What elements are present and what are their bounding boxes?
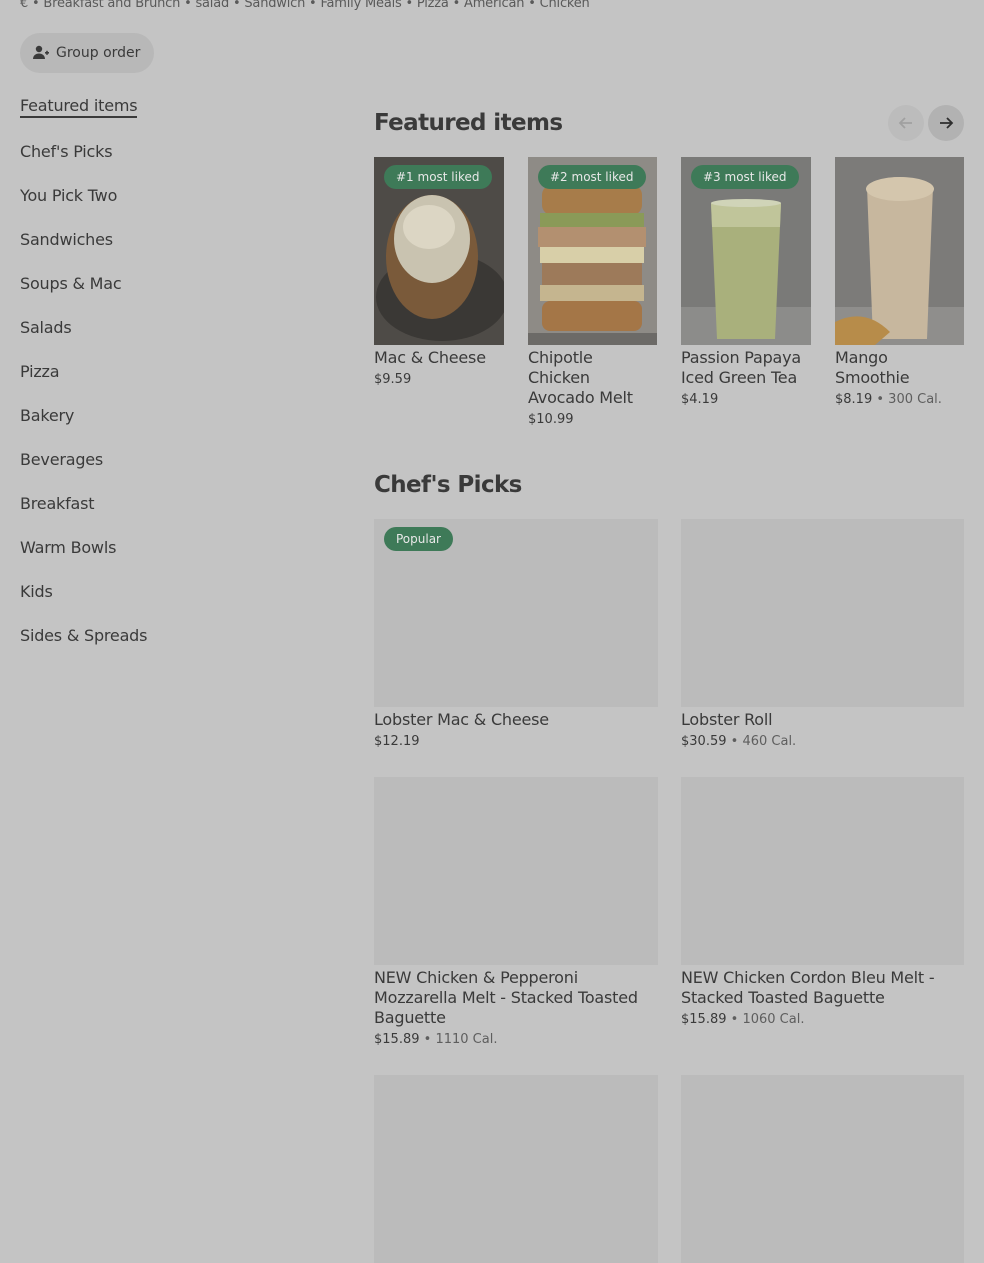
- item-name: Lobster Mac & Cheese: [374, 710, 549, 729]
- popular-badge: Popular: [384, 527, 453, 551]
- arrow-left-icon: [898, 117, 912, 129]
- item-image: #2 most liked: [528, 157, 657, 345]
- chefs-pick-card[interactable]: NEW Chicken & Pepperoni Mozzarella Melt …: [374, 777, 658, 1047]
- item-name: Chipotle Chicken Avocado Melt: [528, 348, 633, 407]
- arrow-right-icon: [940, 117, 954, 129]
- sidebar-item-chefs-picks[interactable]: Chef's Picks: [20, 142, 113, 161]
- featured-item-card[interactable]: Mango Smoothie $8.19 • 300 Cal.: [835, 157, 964, 407]
- popularity-badge: #1 most liked: [384, 165, 492, 189]
- sidebar-item-sandwiches[interactable]: Sandwiches: [20, 230, 113, 249]
- popularity-badge: #2 most liked: [538, 165, 646, 189]
- sidebar-item-breakfast[interactable]: Breakfast: [20, 494, 95, 513]
- chefs-pick-card[interactable]: [374, 1075, 658, 1263]
- item-name: NEW Chicken Cordon Bleu Melt - Stacked T…: [681, 968, 935, 1007]
- chefs-picks-heading: Chef's Picks: [374, 472, 522, 498]
- sidebar-item-bakery[interactable]: Bakery: [20, 406, 74, 425]
- group-order-button[interactable]: Group order: [20, 33, 154, 73]
- item-image-placeholder: [681, 519, 964, 707]
- sidebar-item-kids[interactable]: Kids: [20, 582, 53, 601]
- item-image: [835, 157, 964, 345]
- item-price: $15.89 • 1060 Cal.: [681, 1012, 805, 1027]
- item-image: #1 most liked: [374, 157, 504, 345]
- item-image-placeholder: [681, 1075, 964, 1263]
- featured-items-heading: Featured items: [374, 110, 563, 136]
- add-person-icon: [32, 44, 50, 62]
- featured-item-card[interactable]: #1 most liked Mac & Cheese $9.59: [374, 157, 504, 387]
- item-name: Mac & Cheese: [374, 348, 486, 367]
- sidebar-item-featured-items[interactable]: Featured items: [20, 96, 138, 118]
- item-name: Passion Papaya Iced Green Tea: [681, 348, 802, 387]
- item-price: $30.59 • 460 Cal.: [681, 734, 797, 749]
- chefs-pick-card[interactable]: NEW Chicken Cordon Bleu Melt - Stacked T…: [681, 777, 964, 1027]
- chefs-pick-card[interactable]: Lobster Roll $30.59 • 460 Cal.: [681, 519, 964, 749]
- featured-item-card[interactable]: #2 most liked Chipotle Chicken Avocado M…: [528, 157, 657, 427]
- item-name: Lobster Roll: [681, 710, 773, 729]
- sidebar-item-sides-spreads[interactable]: Sides & Spreads: [20, 626, 147, 645]
- item-image-placeholder: [374, 1075, 658, 1263]
- chefs-pick-card[interactable]: [681, 1075, 964, 1263]
- item-image: #3 most liked: [681, 157, 811, 345]
- popularity-badge: #3 most liked: [691, 165, 799, 189]
- sidebar-item-warm-bowls[interactable]: Warm Bowls: [20, 538, 116, 557]
- cuisine-tags: € • Breakfast and Brunch • salad • Sandw…: [20, 0, 590, 11]
- group-order-label: Group order: [56, 45, 141, 61]
- item-price: $12.19: [374, 734, 420, 749]
- item-price: $4.19: [681, 392, 719, 407]
- item-name: Mango Smoothie: [835, 348, 910, 387]
- item-image-placeholder: [374, 777, 658, 965]
- item-price: $10.99: [528, 412, 574, 427]
- sidebar-item-salads[interactable]: Salads: [20, 318, 72, 337]
- featured-item-card[interactable]: #3 most liked Passion Papaya Iced Green …: [681, 157, 811, 407]
- item-image-placeholder: [681, 777, 964, 965]
- sidebar-item-pizza[interactable]: Pizza: [20, 362, 60, 381]
- sidebar-item-you-pick-two[interactable]: You Pick Two: [20, 186, 117, 205]
- item-name: NEW Chicken & Pepperoni Mozzarella Melt …: [374, 968, 638, 1027]
- item-image-placeholder: Popular: [374, 519, 658, 707]
- sidebar-item-soups-mac[interactable]: Soups & Mac: [20, 274, 122, 293]
- item-price: $15.89 • 1110 Cal.: [374, 1032, 498, 1047]
- carousel-next-button[interactable]: [928, 105, 964, 141]
- carousel-prev-button[interactable]: [888, 105, 924, 141]
- item-price: $8.19 • 300 Cal.: [835, 392, 942, 407]
- item-price: $9.59: [374, 372, 412, 387]
- sidebar-item-beverages[interactable]: Beverages: [20, 450, 103, 469]
- chefs-pick-card[interactable]: Popular Lobster Mac & Cheese $12.19: [374, 519, 658, 749]
